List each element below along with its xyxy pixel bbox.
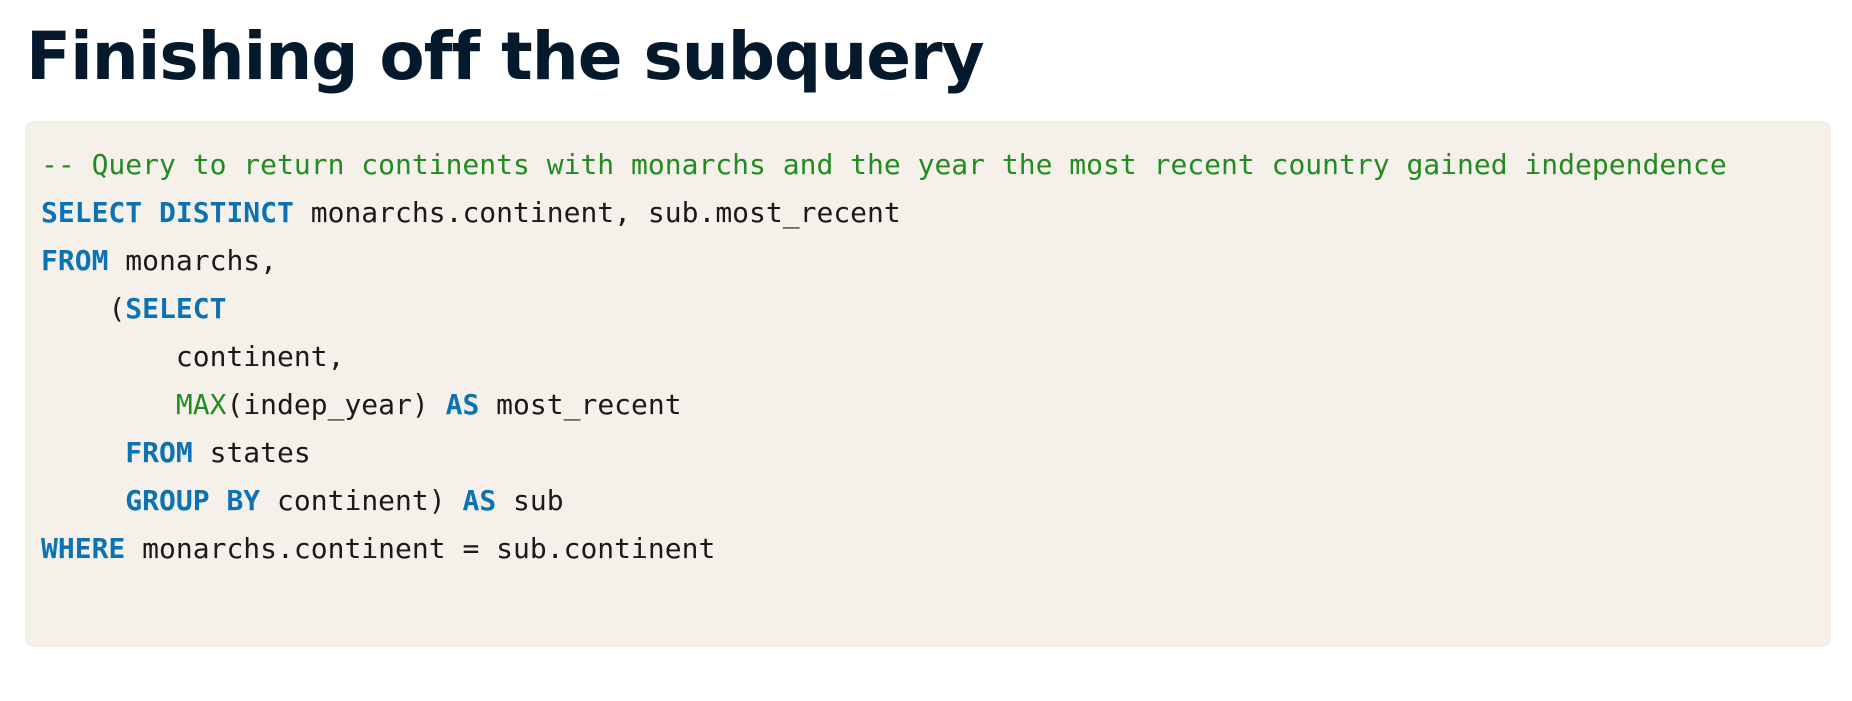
code-line-comment: -- Query to return continents with monar… [41, 141, 1727, 189]
keyword-subquery-from: FROM [125, 436, 193, 469]
code-line-subquery-from: FROM states [41, 429, 1727, 477]
sql-comment: -- Query to return continents with monar… [41, 148, 1727, 181]
from-table: monarchs, [125, 244, 278, 277]
code-lines: -- Query to return continents with monar… [41, 141, 1727, 573]
keyword-select: SELECT [41, 196, 143, 229]
code-line-from: FROM monarchs, [41, 237, 1727, 285]
select-columns: monarchs.continent, sub.most_recent [310, 196, 901, 229]
open-paren: ( [108, 292, 126, 325]
code-line-subquery-open: (SELECT [41, 285, 1727, 333]
subquery-table: states [209, 436, 311, 469]
code-line-where: WHERE monarchs.continent = sub.continent [41, 525, 1727, 573]
keyword-where: WHERE [41, 532, 126, 565]
code-line-select: SELECT DISTINCT monarchs.continent, sub.… [41, 189, 1727, 237]
max-argument: (indep_year) [226, 388, 429, 421]
subquery-column-continent: continent, [175, 340, 345, 373]
code-line-group-by: GROUP BY continent) AS sub [41, 477, 1727, 525]
slide-title: Finishing off the subquery [26, 18, 985, 95]
alias-sub: sub [513, 484, 564, 517]
keyword-as-sub: AS [462, 484, 497, 517]
keyword-subquery-select: SELECT [125, 292, 227, 325]
group-by-column: continent) [277, 484, 446, 517]
function-max: MAX [175, 388, 227, 421]
keyword-by: BY [226, 484, 261, 517]
code-line-max: MAX(indep_year) AS most_recent [41, 381, 1727, 429]
code-block: -- Query to return continents with monar… [25, 121, 1831, 647]
alias-most-recent: most_recent [496, 388, 682, 421]
keyword-from: FROM [41, 244, 109, 277]
keyword-as: AS [445, 388, 480, 421]
where-condition: monarchs.continent = sub.continent [142, 532, 716, 565]
keyword-group: GROUP [125, 484, 210, 517]
keyword-distinct: DISTINCT [159, 196, 294, 229]
code-line-continent: continent, [41, 333, 1727, 381]
